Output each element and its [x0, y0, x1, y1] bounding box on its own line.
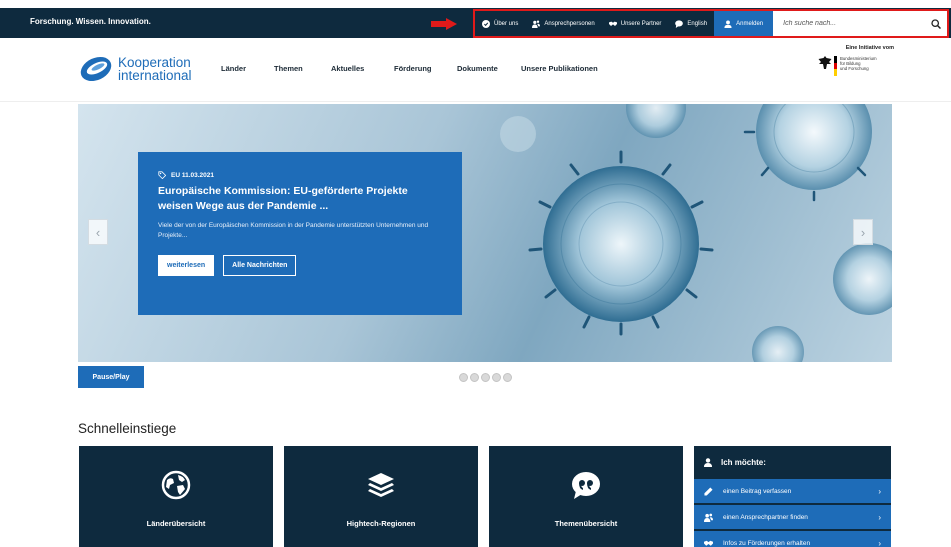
search-input[interactable]: [783, 20, 931, 27]
login-button[interactable]: Anmelden: [714, 11, 774, 36]
panel-link-ansprechpartner[interactable]: einen Ansprechpartner finden ›: [694, 505, 891, 529]
slide-meta-text: EU 11.03.2021: [171, 171, 215, 179]
circle-check-icon: [482, 19, 490, 28]
utility-item-label: Über uns: [494, 20, 519, 27]
slide-teaser: Viele der von der Europäischen Kommissio…: [158, 222, 429, 239]
nav-item-themen[interactable]: Themen: [274, 64, 331, 73]
speech-bubble-icon: [675, 19, 684, 28]
german-flag-icon: [834, 56, 837, 77]
nav-item-aktuelles[interactable]: Aktuelles: [331, 64, 394, 73]
panel-title: Ich möchte:: [721, 458, 766, 467]
pause-play-button[interactable]: Pause/Play: [78, 366, 144, 388]
tile-themenuebersicht[interactable]: Themenübersicht: [489, 446, 683, 547]
tag-icon: [158, 171, 166, 179]
tile-label: Hightech-Regionen: [346, 519, 416, 528]
hero-slider: EU 11.03.2021 Europäische Kommission: EU…: [78, 104, 892, 362]
read-more-button[interactable]: weiterlesen: [158, 255, 215, 276]
red-arrow-icon: [431, 18, 457, 30]
section-title-quicklinks: Schnelleinstiege: [78, 421, 177, 436]
logo-swirl-icon: [80, 56, 112, 82]
nav-item-dokumente[interactable]: Dokumente: [457, 64, 521, 73]
tile-hightech-regionen[interactable]: Hightech-Regionen: [284, 446, 478, 547]
main-nav: Länder Themen Aktuelles Förderung Dokume…: [221, 64, 598, 73]
utility-nav: Über uns Ansprechpersonen Unsere Partner…: [473, 9, 949, 38]
slider-dot[interactable]: [481, 373, 490, 382]
panel-link-foerderung[interactable]: Infos zu Förderungen erhalten ›: [694, 531, 891, 547]
utility-item-label: English: [687, 20, 708, 27]
utility-item-english[interactable]: English: [668, 11, 714, 36]
user-icon: [724, 19, 732, 28]
utility-item-label: Ansprechpersonen: [544, 20, 595, 27]
utility-item-ueber-uns[interactable]: Über uns: [475, 11, 525, 36]
tagline: Forschung. Wissen. Innovation.: [30, 17, 151, 26]
panel-link-label: einen Ansprechpartner finden: [723, 513, 808, 521]
globe-icon: [161, 470, 191, 500]
bmbf-logo[interactable]: Eine Initiative vom Bundesministerium fü…: [818, 45, 894, 77]
tile-label: Themenübersicht: [554, 519, 618, 528]
nav-item-laender[interactable]: Länder: [221, 64, 274, 73]
utility-item-label: Unsere Partner: [620, 20, 662, 27]
user-icon: [704, 458, 712, 467]
ich-moechte-panel: Ich möchte: einen Beitrag verfassen › ei…: [694, 446, 891, 547]
slider-dot[interactable]: [492, 373, 501, 382]
pencil-icon: [704, 486, 713, 496]
slide-title[interactable]: Europäische Kommission: EU-geförderte Pr…: [158, 184, 442, 214]
nav-item-publikationen[interactable]: Unsere Publikationen: [521, 64, 598, 73]
top-bar: Forschung. Wissen. Innovation. Über uns …: [0, 8, 951, 38]
layers-icon: [368, 473, 394, 497]
users-icon: [532, 20, 541, 28]
main-header: Kooperation international Länder Themen …: [0, 38, 951, 102]
users-icon: [704, 513, 713, 522]
search-box: [773, 11, 947, 36]
eagle-icon: [818, 56, 832, 69]
site-logo[interactable]: Kooperation international: [78, 51, 192, 87]
login-label: Anmelden: [736, 20, 764, 27]
panel-link-label: Infos zu Förderungen erhalten: [723, 539, 811, 547]
slider-dot[interactable]: [459, 373, 468, 382]
quote-icon: [572, 472, 600, 499]
utility-item-ansprechpersonen[interactable]: Ansprechpersonen: [525, 11, 601, 36]
logo-line-2: international: [118, 68, 192, 83]
tile-label: Länderübersicht: [146, 519, 206, 528]
gov-title: Eine Initiative vom: [845, 45, 894, 51]
handshake-icon: [704, 540, 713, 546]
nav-item-foerderung[interactable]: Förderung: [394, 64, 457, 73]
chevron-right-icon: ›: [878, 486, 881, 496]
chevron-right-icon: ›: [878, 512, 881, 522]
gov-name-line: und Forschung: [840, 66, 869, 71]
slider-dot[interactable]: [503, 373, 512, 382]
slider-dot[interactable]: [470, 373, 479, 382]
search-icon[interactable]: [931, 18, 941, 29]
panel-link-label: einen Beitrag verfassen: [723, 487, 792, 495]
slider-prev-button[interactable]: ‹: [88, 219, 108, 245]
tile-laenderuebersicht[interactable]: Länderübersicht: [79, 446, 273, 547]
slide-card: EU 11.03.2021 Europäische Kommission: EU…: [138, 152, 462, 315]
utility-item-partner[interactable]: Unsere Partner: [602, 11, 669, 36]
slider-next-button[interactable]: ›: [853, 219, 873, 245]
chevron-right-icon: ›: [878, 538, 881, 547]
slider-pagination: [459, 373, 512, 382]
all-news-button[interactable]: Alle Nachrichten: [223, 255, 297, 276]
panel-link-beitrag[interactable]: einen Beitrag verfassen ›: [694, 479, 891, 503]
handshake-icon: [608, 21, 617, 26]
